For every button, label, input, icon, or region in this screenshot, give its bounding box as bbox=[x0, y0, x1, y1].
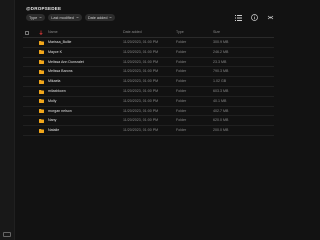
table-header: Name Date added Type Size bbox=[23, 28, 274, 38]
file-type: Folder bbox=[176, 59, 187, 64]
filter-last-modified-label: Last modified bbox=[51, 15, 74, 20]
file-name: Natalie bbox=[48, 128, 60, 133]
table-row[interactable]: milaxblown 11/20/2023, 01:00 PM Folder 6… bbox=[23, 87, 274, 97]
folder-icon bbox=[39, 128, 44, 133]
folder-icon bbox=[39, 118, 44, 123]
select-all-checkbox[interactable] bbox=[25, 31, 29, 35]
file-date-added: 11/20/2023, 01:00 PM bbox=[123, 88, 159, 93]
folder-icon bbox=[39, 99, 44, 104]
file-size: 603.3 MB bbox=[213, 88, 229, 93]
file-size: 23.3 MB bbox=[213, 59, 227, 64]
filter-bar: Type Last modified Date added bbox=[26, 14, 116, 21]
file-date-added: 11/20/2023, 01:00 PM bbox=[123, 40, 159, 44]
file-name: Nany bbox=[48, 118, 57, 123]
file-name: morgan nelson bbox=[48, 108, 72, 113]
table-row[interactable]: Natalie 11/20/2023, 01:00 PM Folder 200.… bbox=[23, 126, 274, 136]
main-panel: @DROPSEDEE Type Last modified Date added bbox=[15, 0, 280, 240]
page-title: @DROPSEDEE bbox=[26, 6, 62, 11]
view-toolbar bbox=[234, 14, 274, 21]
file-name: Melissa Barons bbox=[48, 69, 73, 74]
file-date-added: 11/20/2023, 01:00 PM bbox=[123, 98, 159, 103]
filter-type[interactable]: Type bbox=[26, 14, 46, 21]
file-date-added: 11/20/2023, 01:00 PM bbox=[123, 108, 159, 113]
file-date-added: 11/20/2023, 01:00 PM bbox=[123, 49, 159, 54]
sidebar bbox=[0, 0, 15, 240]
folder-icon bbox=[39, 40, 44, 45]
folder-icon bbox=[39, 89, 44, 94]
file-name: Mikaela bbox=[48, 79, 61, 84]
file-size: 300.9 MB bbox=[213, 40, 229, 44]
column-header-date-added[interactable]: Date added bbox=[123, 28, 142, 37]
file-type: Folder bbox=[176, 118, 187, 123]
collapse-icon[interactable] bbox=[266, 14, 274, 21]
info-icon[interactable] bbox=[250, 14, 258, 21]
file-name: Marissa_Bullie bbox=[48, 40, 72, 44]
folder-icon bbox=[39, 60, 44, 65]
file-size: 200.0 MB bbox=[213, 128, 229, 133]
file-size: 1.02 GB bbox=[213, 79, 227, 84]
filter-last-modified[interactable]: Last modified bbox=[48, 14, 82, 21]
file-size: 790.3 MB bbox=[213, 69, 229, 74]
table-row[interactable]: Marissa_Bullie 11/20/2023, 01:00 PM Fold… bbox=[23, 38, 274, 48]
file-type: Folder bbox=[176, 108, 187, 113]
file-name: Molly bbox=[48, 98, 57, 103]
file-type: Folder bbox=[176, 79, 187, 84]
folder-icon bbox=[39, 50, 44, 55]
file-date-added: 11/20/2023, 01:00 PM bbox=[123, 128, 159, 133]
file-type: Folder bbox=[176, 128, 187, 133]
chevron-down-icon bbox=[39, 16, 42, 19]
folder-icon bbox=[39, 69, 44, 74]
file-type: Folder bbox=[176, 69, 187, 74]
file-size: 246.2 MB bbox=[213, 49, 229, 54]
file-date-added: 11/20/2023, 01:00 PM bbox=[123, 69, 159, 74]
folder-icon bbox=[39, 109, 44, 114]
file-type: Folder bbox=[176, 49, 187, 54]
file-name: milaxblown bbox=[48, 88, 66, 93]
filter-type-label: Type bbox=[29, 15, 38, 20]
table-row[interactable]: Melissa Ann Dunsralet 11/20/2023, 01:00 … bbox=[23, 58, 274, 68]
table-row[interactable]: Mayce K 11/20/2023, 01:00 PM Folder 246.… bbox=[23, 48, 274, 58]
file-type: Folder bbox=[176, 88, 187, 93]
file-type: Folder bbox=[176, 98, 187, 103]
file-name: Melissa Ann Dunsralet bbox=[48, 59, 84, 64]
folder-icon bbox=[39, 79, 44, 84]
column-header-type[interactable]: Type bbox=[176, 28, 184, 37]
filter-date-added-label: Date added bbox=[87, 15, 108, 20]
file-table: Name Date added Type Size Marissa_Bullie… bbox=[23, 28, 274, 136]
filter-date-added[interactable]: Date added bbox=[84, 14, 116, 21]
column-header-name[interactable]: Name bbox=[48, 28, 58, 37]
table-row[interactable]: morgan nelson 11/20/2023, 01:00 PM Folde… bbox=[23, 107, 274, 117]
table-row[interactable]: Nany 11/20/2023, 01:00 PM Folder 620.0 M… bbox=[23, 116, 274, 127]
file-size: 402.7 MB bbox=[213, 108, 229, 113]
list-view-icon[interactable] bbox=[234, 14, 242, 21]
collapse-sidebar-icon[interactable] bbox=[3, 232, 11, 237]
file-date-added: 11/20/2023, 01:00 PM bbox=[123, 59, 159, 64]
file-type: Folder bbox=[176, 40, 187, 44]
table-row[interactable]: Melissa Barons 11/20/2023, 01:00 PM Fold… bbox=[23, 67, 274, 78]
file-name: Mayce K bbox=[48, 49, 62, 54]
file-date-added: 11/20/2023, 01:00 PM bbox=[123, 118, 159, 123]
table-row[interactable]: Molly 11/20/2023, 01:00 PM Folder 40.1 M… bbox=[23, 97, 274, 107]
file-size: 40.1 MB bbox=[213, 98, 227, 103]
chevron-down-icon bbox=[109, 16, 113, 19]
chevron-down-icon bbox=[76, 16, 79, 19]
column-header-size[interactable]: Size bbox=[213, 28, 220, 37]
file-date-added: 11/20/2023, 01:00 PM bbox=[123, 79, 159, 84]
file-size: 620.0 MB bbox=[213, 118, 229, 123]
table-row[interactable]: Mikaela 11/20/2023, 01:00 PM Folder 1.02… bbox=[23, 77, 274, 87]
